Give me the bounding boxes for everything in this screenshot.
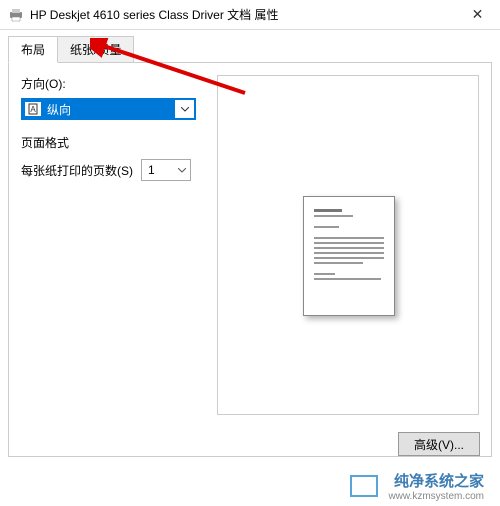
orientation-label: 方向(O): xyxy=(21,75,196,92)
tab-paper-quality[interactable]: 纸张/质量 xyxy=(57,36,134,63)
watermark-title: 纯净系统之家 xyxy=(388,470,484,491)
pages-per-sheet-label: 每张纸打印的页数(S) xyxy=(21,162,133,179)
preview-page xyxy=(303,196,395,316)
printer-icon xyxy=(8,7,24,23)
tab-layout[interactable]: 布局 xyxy=(8,36,58,63)
watermark-url: www.kzmsystem.com xyxy=(388,491,484,502)
window-title: HP Deskjet 4610 series Class Driver 文档 属… xyxy=(30,6,455,23)
close-button[interactable]: ✕ xyxy=(455,0,500,30)
tab-strip: 布局 纸张/质量 xyxy=(0,30,500,63)
chevron-down-icon xyxy=(174,100,194,118)
orientation-select[interactable]: A 纵向 xyxy=(21,98,196,120)
chevron-down-icon xyxy=(178,168,186,173)
watermark: 纯净系统之家 www.kzmsystem.com xyxy=(0,466,500,506)
titlebar: HP Deskjet 4610 series Class Driver 文档 属… xyxy=(0,0,500,30)
orientation-portrait-icon: A xyxy=(25,102,41,116)
advanced-button[interactable]: 高级(V)... xyxy=(398,432,480,456)
svg-text:A: A xyxy=(30,105,36,114)
page-format-section-label: 页面格式 xyxy=(21,134,196,151)
print-preview xyxy=(217,75,479,415)
tab-panel-layout: 方向(O): A 纵向 页面格式 每张纸打印的页数(S) 1 xyxy=(8,62,492,457)
watermark-logo-icon xyxy=(350,475,378,497)
pages-per-sheet-value: 1 xyxy=(148,163,155,177)
pages-per-sheet-select[interactable]: 1 xyxy=(141,159,191,181)
orientation-value: 纵向 xyxy=(41,101,174,118)
